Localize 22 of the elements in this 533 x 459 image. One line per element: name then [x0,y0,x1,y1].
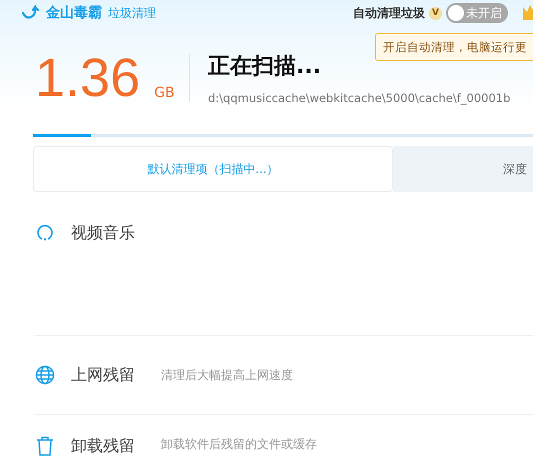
trash-icon [35,436,55,456]
item-title: 视频音乐 [71,223,136,244]
size-unit: GB [154,85,175,101]
brand-name: 金山毒霸 [46,4,102,22]
junk-size: 1.36 [35,51,140,105]
item-title: 上网残留 [71,364,136,386]
item-title: 卸载残留 [71,436,136,457]
tab[interactable]: 深度 [393,146,533,192]
auto-clean-toggle[interactable]: 未开启 [446,3,508,23]
logo-icon [22,5,40,21]
tooltip: 开启自动清理，电脑运行更 [375,33,533,61]
scan-status: 正在扫描... [208,53,322,81]
tab[interactable]: 默认清理项（扫描中...） [33,146,393,192]
globe-icon [35,365,55,385]
vip-badge: V [429,6,442,20]
item-description: 卸载软件后残留的文件或缓存 [161,436,317,453]
scan-path: d:\qqmusiccache\webkitcache\5000\cache\f_00001b [208,91,510,105]
loading-spinner-icon [35,223,55,241]
module-title: 垃圾清理 [108,4,156,22]
item-description: 清理后大幅提高上网速度 [161,366,293,384]
auto-clean-label: 自动清理垃圾 [353,4,425,22]
crown-icon[interactable] [523,4,533,20]
